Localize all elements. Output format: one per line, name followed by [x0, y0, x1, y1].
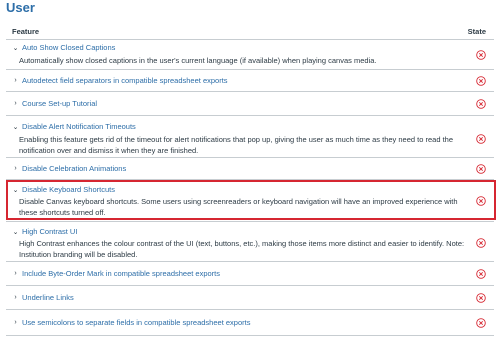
feature-title: Include Byte-Order Mark in compatible sp… — [22, 269, 221, 278]
chevron-down-icon: ⌄ — [12, 44, 19, 52]
feature-toggle-course-setup-tutorial[interactable]: › Course Set-up Tutorial — [12, 99, 97, 108]
feature-row-use-semicolons: › Use semicolons to separate fields in c… — [6, 310, 494, 336]
disabled-state-icon[interactable] — [476, 293, 486, 303]
feature-row-autodetect-field-separators: › Autodetect field separators in compati… — [6, 70, 494, 92]
disabled-state-icon[interactable] — [476, 76, 486, 86]
feature-title: High Contrast UI — [22, 227, 78, 236]
chevron-right-icon: › — [14, 77, 17, 84]
feature-description: Automatically show closed captions in th… — [19, 56, 377, 65]
feature-description: Disable Canvas keyboard shortcuts. Some … — [19, 197, 458, 217]
disabled-state-icon[interactable] — [476, 50, 486, 60]
feature-toggle-use-semicolons[interactable]: › Use semicolons to separate fields in c… — [12, 318, 250, 327]
disabled-state-icon[interactable] — [476, 134, 486, 144]
disabled-state-icon[interactable] — [476, 99, 486, 109]
chevron-right-icon: › — [14, 100, 17, 107]
chevron-right-icon: › — [14, 165, 17, 172]
disabled-state-icon[interactable] — [476, 318, 486, 328]
feature-title: Disable Alert Notification Timeouts — [22, 122, 136, 131]
state-column-header: State — [467, 27, 486, 36]
feature-row-disable-alert-notification-timeouts: ⌄ Disable Alert Notification Timeouts En… — [6, 116, 494, 158]
feature-row-course-setup-tutorial: › Course Set-up Tutorial — [6, 92, 494, 116]
disabled-state-icon[interactable] — [476, 164, 486, 174]
feature-row-disable-celebration-animations: › Disable Celebration Animations — [6, 158, 494, 180]
chevron-right-icon: › — [14, 270, 17, 277]
feature-description: High Contrast enhances the colour contra… — [19, 239, 465, 259]
chevron-right-icon: › — [14, 294, 17, 301]
feature-title: Underline Links — [22, 293, 74, 302]
feature-row-underline-links: › Underline Links — [6, 286, 494, 310]
feature-toggle-disable-keyboard-shortcuts[interactable]: ⌄ Disable Keyboard Shortcuts — [12, 185, 115, 194]
feature-column-header: Feature — [12, 27, 40, 36]
table-header: Feature State — [6, 24, 494, 40]
feature-row-disable-keyboard-shortcuts: ⌄ Disable Keyboard Shortcuts Disable Can… — [6, 180, 494, 222]
feature-title: Use semicolons to separate fields in com… — [22, 318, 251, 327]
feature-title: Course Set-up Tutorial — [22, 99, 98, 108]
feature-toggle-autodetect-field-separators[interactable]: › Autodetect field separators in compati… — [12, 76, 228, 85]
feature-toggle-disable-alert-notification-timeouts[interactable]: ⌄ Disable Alert Notification Timeouts — [12, 122, 136, 131]
chevron-down-icon: ⌄ — [12, 228, 19, 236]
feature-toggle-include-byte-order-mark[interactable]: › Include Byte-Order Mark in compatible … — [12, 269, 220, 278]
feature-title: Disable Keyboard Shortcuts — [22, 185, 115, 194]
feature-toggle-auto-show-closed-captions[interactable]: ⌄ Auto Show Closed Captions — [12, 43, 116, 52]
disabled-state-icon[interactable] — [476, 196, 486, 206]
feature-title: Disable Celebration Animations — [22, 164, 127, 173]
feature-description: Enabling this feature gets rid of the ti… — [19, 135, 454, 155]
feature-title: Autodetect field separators in compatibl… — [22, 76, 228, 85]
chevron-right-icon: › — [14, 319, 17, 326]
feature-toggle-disable-celebration-animations[interactable]: › Disable Celebration Animations — [12, 164, 126, 173]
disabled-state-icon[interactable] — [476, 238, 486, 248]
feature-toggle-high-contrast-ui[interactable]: ⌄ High Contrast UI — [12, 227, 78, 236]
chevron-down-icon: ⌄ — [12, 186, 19, 194]
section-title: User — [6, 0, 35, 15]
feature-toggle-underline-links[interactable]: › Underline Links — [12, 293, 74, 302]
feature-row-auto-show-closed-captions: ⌄ Auto Show Closed Captions Automaticall… — [6, 40, 494, 70]
disabled-state-icon[interactable] — [476, 269, 486, 279]
feature-title: Auto Show Closed Captions — [22, 43, 116, 52]
feature-row-high-contrast-ui: ⌄ High Contrast UI High Contrast enhance… — [6, 222, 494, 262]
chevron-down-icon: ⌄ — [12, 123, 19, 131]
feature-row-include-byte-order-mark: › Include Byte-Order Mark in compatible … — [6, 262, 494, 286]
